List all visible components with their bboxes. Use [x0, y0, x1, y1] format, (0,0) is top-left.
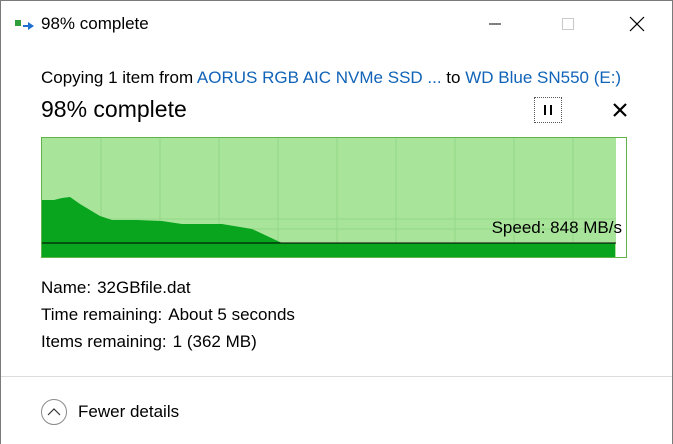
- name-row: Name: 32GBfile.dat: [41, 278, 191, 298]
- maximize-icon: [562, 18, 574, 30]
- chevron-up-icon: [41, 399, 67, 425]
- time-remaining-key: Time remaining:: [41, 305, 163, 324]
- fewer-details-toggle[interactable]: Fewer details: [41, 397, 179, 427]
- items-remaining-key: Items remaining:: [41, 332, 167, 351]
- minimize-icon: [489, 23, 501, 25]
- title-bar: 98% complete: [1, 1, 672, 47]
- copy-description: Copying 1 item from AORUS RGB AIC NVMe S…: [41, 68, 621, 88]
- cancel-icon: [613, 103, 627, 117]
- close-button[interactable]: [614, 1, 660, 47]
- dialog-footer: Fewer details: [1, 376, 672, 444]
- time-remaining-value: About 5 seconds: [168, 305, 295, 324]
- percent-complete-heading: 98% complete: [41, 96, 187, 122]
- remaining-progress-area: [616, 138, 626, 257]
- transfer-speed-graph: Speed: 848 MB/s: [41, 137, 627, 258]
- minimize-button[interactable]: [472, 1, 518, 47]
- name-value: 32GBfile.dat: [97, 278, 191, 297]
- items-remaining-row: Items remaining: 1 (362 MB): [41, 332, 257, 352]
- maximize-button[interactable]: [545, 1, 591, 47]
- name-key: Name:: [41, 278, 92, 297]
- copy-progress-dialog: 98% complete Copying 1 item from AORUS R…: [0, 0, 673, 444]
- copy-prefix: Copying 1 item from: [41, 68, 197, 87]
- file-copy-icon: [14, 17, 36, 33]
- fewer-details-label: Fewer details: [78, 402, 180, 421]
- destination-link[interactable]: WD Blue SN550 (E:): [465, 68, 621, 87]
- pause-button[interactable]: [534, 97, 562, 123]
- pause-icon: [544, 105, 552, 115]
- cancel-button[interactable]: [608, 98, 632, 122]
- source-link[interactable]: AORUS RGB AIC NVMe SSD ...: [197, 68, 442, 87]
- copy-to-text: to: [441, 68, 466, 87]
- speed-label: Speed: 848 MB/s: [491, 218, 622, 237]
- close-icon: [629, 16, 645, 32]
- time-remaining-row: Time remaining: About 5 seconds: [41, 305, 295, 325]
- items-remaining-value: 1 (362 MB): [172, 332, 257, 351]
- window-title: 98% complete: [41, 14, 149, 33]
- speed-graph-canvas: [42, 138, 626, 257]
